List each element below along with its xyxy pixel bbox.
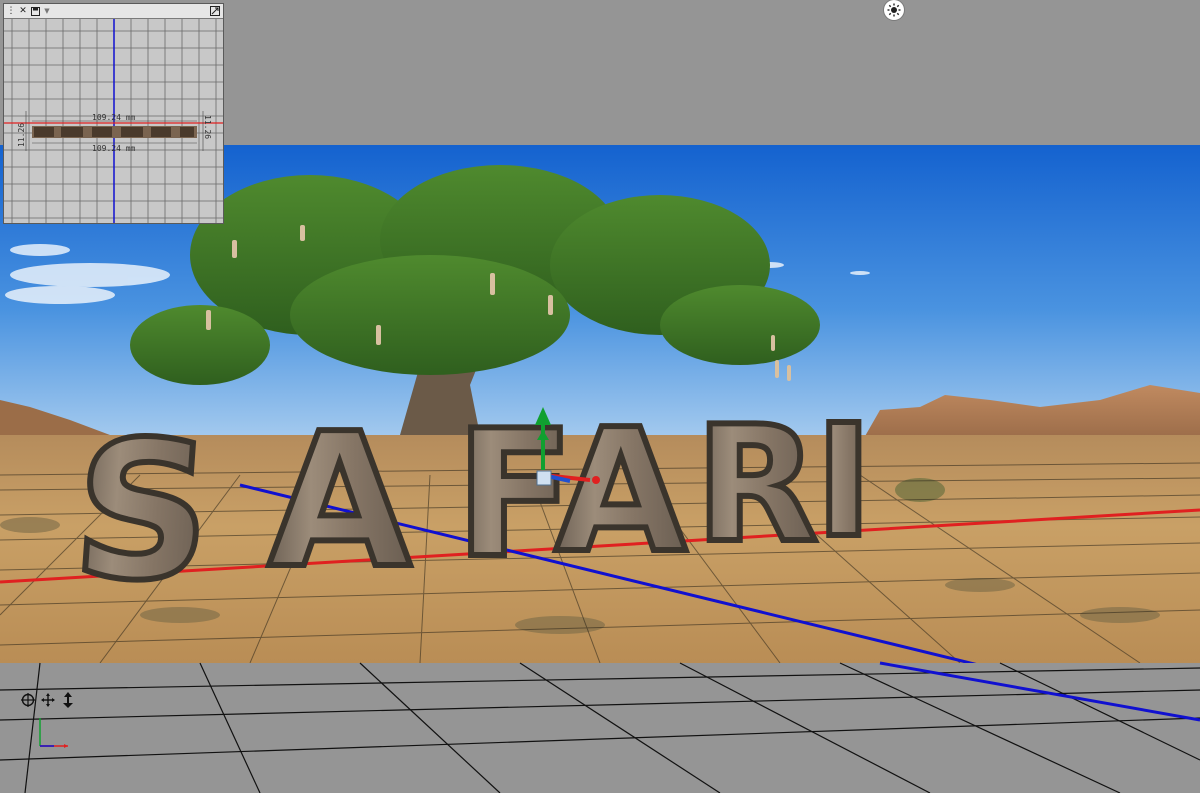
navigator-panel[interactable]: ⋮ ✕ ▼ 109.24 mm 109.24 mm 11.26 11.26	[3, 3, 224, 224]
view-tools	[20, 692, 76, 710]
letter-i: I	[815, 391, 873, 572]
navigator-titlebar[interactable]: ⋮ ✕ ▼	[4, 4, 223, 19]
letter-a1: A	[268, 393, 411, 609]
navigator-text-preview	[32, 126, 197, 138]
grip-icon[interactable]: ⋮	[6, 5, 16, 17]
expand-icon[interactable]	[210, 5, 220, 17]
close-icon[interactable]: ✕	[18, 5, 28, 17]
pan-icon[interactable]	[40, 692, 56, 708]
letter-a2: A	[555, 393, 687, 591]
dimension-right-label: 11.26	[203, 115, 212, 139]
light-toggle-button[interactable]	[884, 0, 904, 20]
letter-r: R	[695, 391, 818, 578]
dimension-left-label: 11.26	[17, 123, 26, 147]
axis-orientation-icon	[39, 718, 68, 748]
letter-s: S	[67, 400, 219, 622]
dimension-top-label: 109.24 mm	[92, 113, 136, 122]
navigator-canvas[interactable]: 109.24 mm 109.24 mm 11.26 11.26	[4, 19, 223, 223]
orbit-icon[interactable]	[20, 692, 36, 708]
dolly-icon[interactable]	[60, 692, 76, 708]
dimension-bottom-label: 109.24 mm	[92, 144, 136, 153]
sun-icon	[887, 3, 901, 17]
save-icon[interactable]	[30, 5, 40, 17]
chevron-down-icon[interactable]: ▼	[42, 5, 52, 17]
